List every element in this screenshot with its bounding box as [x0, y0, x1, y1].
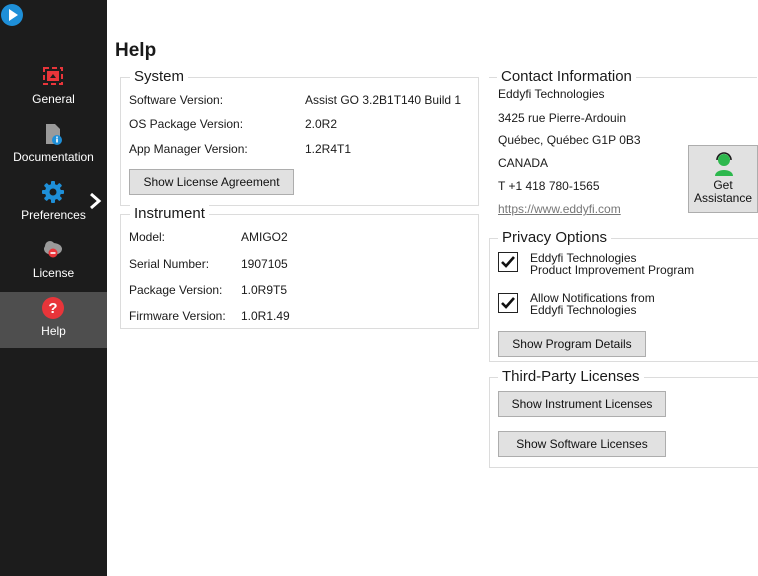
show-instrument-licenses-button[interactable]: Show Instrument Licenses: [498, 391, 666, 417]
allow-notifications-label-line2: Eddyfi Technologies: [530, 303, 637, 317]
get-assistance-button[interactable]: Get Assistance: [688, 145, 758, 213]
package-version-label: Package Version:: [129, 283, 223, 297]
help-icon: ?: [42, 297, 64, 319]
contact-group-title: Contact Information: [497, 68, 636, 85]
os-package-version-value: 2.0R2: [305, 117, 338, 131]
instrument-group-title: Instrument: [130, 205, 209, 222]
system-group: System Software Version: Assist GO 3.2B1…: [120, 68, 479, 206]
sidebar-item-documentation[interactable]: Documentation: [0, 118, 107, 174]
sidebar-item-license[interactable]: License: [0, 234, 107, 290]
page-title: Help: [115, 40, 157, 61]
package-version-value: 1.0R9T5: [241, 283, 288, 297]
app-manager-version-label: App Manager Version:: [129, 142, 248, 156]
contact-street: 3425 rue Pierre-Ardouin: [498, 111, 627, 125]
app-manager-version-value: 1.2R4T1: [305, 142, 352, 156]
privacy-group-title: Privacy Options: [498, 229, 612, 246]
sidebar-item-label: License: [32, 266, 75, 280]
support-agent-icon: [715, 152, 733, 176]
show-software-licenses-button[interactable]: Show Software Licenses: [498, 431, 666, 457]
documentation-icon: [46, 124, 62, 145]
serial-number-value: 1907105: [241, 257, 288, 271]
sidebar-item-general[interactable]: General: [0, 60, 107, 116]
model-value: AMIGO2: [241, 230, 288, 244]
contact-website-link[interactable]: https://www.eddyfi.com: [498, 202, 621, 216]
chevron-right-icon[interactable]: [88, 192, 102, 210]
license-icon: [44, 241, 62, 258]
product-improvement-label-line2: Product Improvement Program: [530, 263, 695, 277]
model-label: Model:: [129, 230, 166, 244]
third-party-group-title: Third-Party Licenses: [498, 368, 644, 385]
firmware-version-value: 1.0R1.49: [241, 309, 290, 323]
instrument-group: Instrument Model: AMIGO2 Serial Number: …: [120, 205, 479, 329]
sidebar-item-label: Documentation: [13, 150, 94, 164]
sidebar-item-help[interactable]: ? Help: [0, 292, 107, 348]
sidebar-item-label: Help: [41, 324, 66, 338]
sidebar: General Documentation Preferences Licens…: [0, 0, 107, 576]
get-assistance-line2: Assistance: [693, 191, 753, 205]
serial-number-label: Serial Number:: [129, 257, 210, 271]
show-program-details-button[interactable]: Show Program Details: [498, 331, 646, 357]
software-version-label: Software Version:: [129, 93, 224, 107]
checkmark-icon: [501, 297, 515, 309]
product-improvement-checkbox[interactable]: [498, 252, 518, 272]
contact-city: Québec, Québec G1P 0B3: [498, 133, 641, 147]
sidebar-item-label: General: [32, 92, 75, 106]
contact-country: CANADA: [498, 156, 549, 170]
allow-notifications-checkbox[interactable]: [498, 293, 518, 313]
firmware-version-label: Firmware Version:: [129, 309, 226, 323]
contact-phone: T +1 418 780-1565: [498, 179, 600, 193]
sidebar-item-label: Preferences: [21, 208, 86, 222]
gear-icon: [42, 181, 64, 203]
os-package-version-label: OS Package Version:: [129, 117, 244, 131]
system-group-title: System: [130, 68, 189, 85]
software-version-value: Assist GO 3.2B1T140 Build 1: [305, 93, 462, 107]
contact-company: Eddyfi Technologies: [498, 87, 605, 101]
show-license-agreement-button[interactable]: Show License Agreement: [129, 169, 294, 195]
checkmark-icon: [501, 256, 515, 268]
svg-text:?: ?: [48, 300, 57, 317]
app-logo-icon[interactable]: [0, 3, 24, 27]
general-icon: [43, 67, 63, 85]
